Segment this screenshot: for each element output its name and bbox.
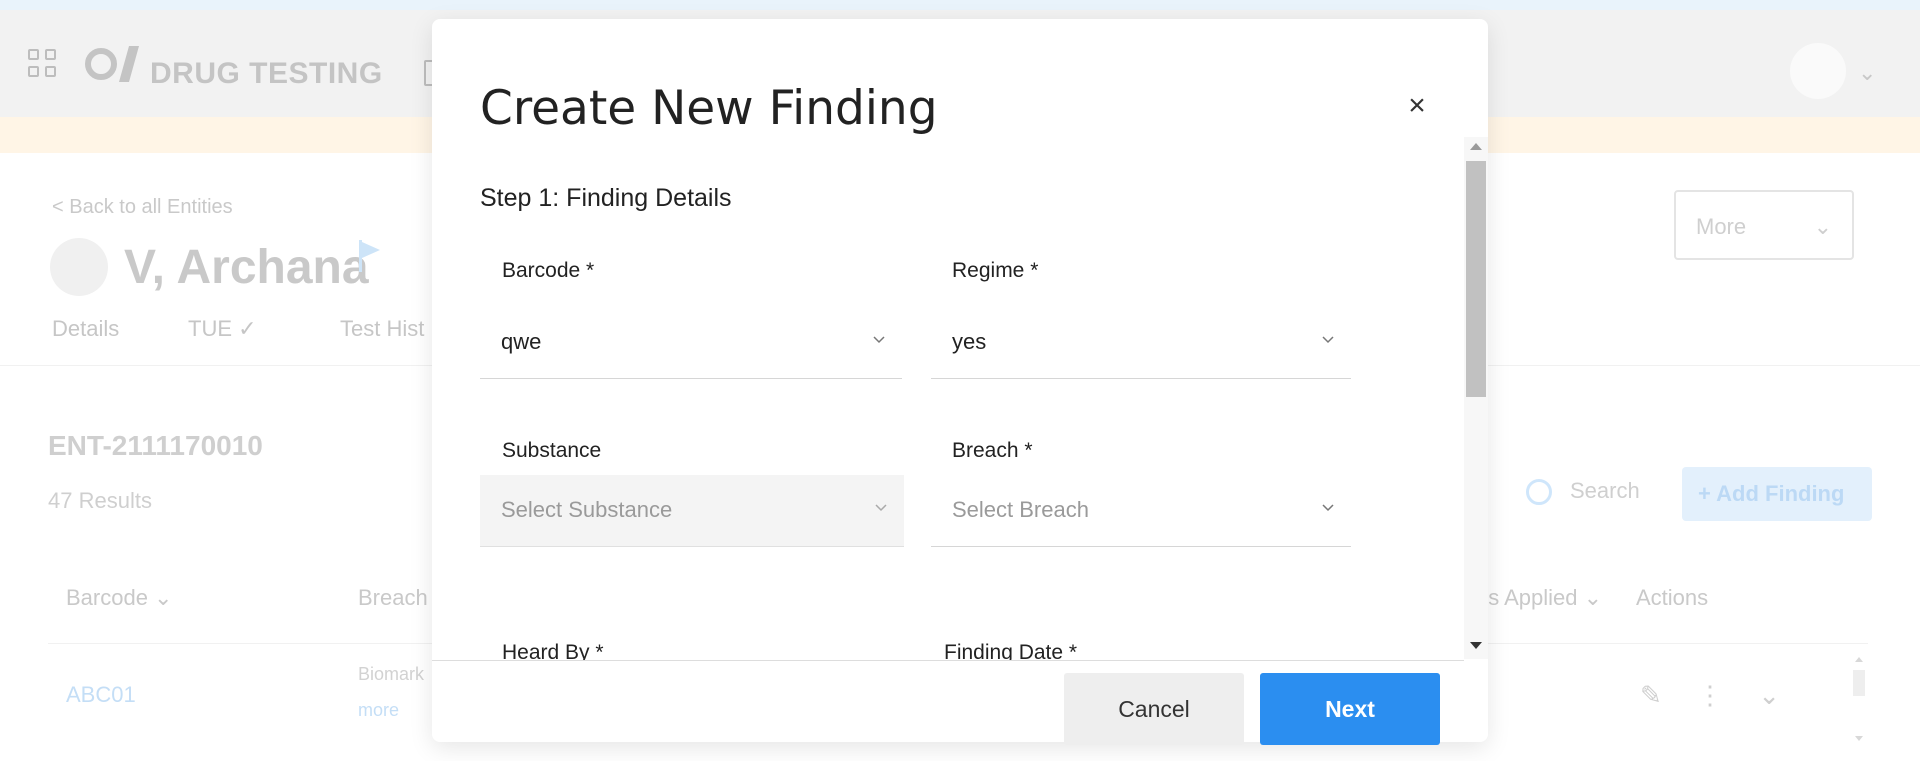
results-count: 47 Results bbox=[48, 488, 152, 513]
more-label: More bbox=[1696, 214, 1747, 239]
entity-avatar bbox=[50, 238, 108, 296]
substance-select: Select Substance bbox=[480, 475, 904, 547]
substance-placeholder: Select Substance bbox=[501, 497, 673, 522]
tab-test-history[interactable]: Test Hist bbox=[340, 316, 424, 342]
footer-divider bbox=[432, 660, 1464, 661]
next-button[interactable]: Next bbox=[1260, 673, 1440, 745]
regime-select[interactable]: yes bbox=[931, 307, 1351, 379]
scroll-thumb[interactable] bbox=[1466, 161, 1486, 397]
heard-by-label: Heard By * bbox=[502, 641, 604, 660]
close-icon[interactable]: × bbox=[1402, 91, 1432, 121]
flag-icon[interactable] bbox=[358, 240, 382, 272]
breach-label: Breach * bbox=[952, 439, 1033, 462]
breach-placeholder: Select Breach bbox=[952, 497, 1089, 522]
chevron-down-icon: ⌄ bbox=[1813, 214, 1832, 239]
finding-date-label: Finding Date * bbox=[944, 641, 1078, 660]
column-header-actions: Actions bbox=[1636, 585, 1709, 610]
add-finding-button[interactable]: + Add Finding bbox=[1682, 467, 1872, 521]
search-label: Search bbox=[1570, 478, 1640, 503]
chevron-down-icon bbox=[1322, 504, 1334, 512]
regime-label: Regime * bbox=[952, 259, 1039, 282]
tab-tue[interactable]: TUE ✓ bbox=[188, 316, 257, 342]
expand-chevron-icon[interactable]: ⌄ bbox=[1758, 680, 1780, 710]
kebab-menu-icon[interactable]: ⋮ bbox=[1697, 680, 1723, 710]
brand-logo-icon bbox=[85, 46, 139, 82]
row-actions: ✎ ⋮ ⌄ bbox=[1640, 680, 1780, 711]
chevron-down-icon bbox=[1322, 336, 1334, 344]
column-header-sanctions-applied[interactable]: ns Applied ⌄ bbox=[1476, 585, 1602, 611]
scroll-down-arrow-icon[interactable] bbox=[1470, 642, 1482, 649]
regime-value: yes bbox=[952, 329, 987, 354]
entity-id: ENT-2111170010 bbox=[48, 430, 263, 461]
breach-select[interactable]: Select Breach bbox=[931, 475, 1351, 547]
row-breach: Biomark bbox=[358, 664, 425, 684]
top-strip bbox=[0, 0, 1920, 10]
step-title: Step 1: Finding Details bbox=[480, 184, 732, 212]
chevron-down-icon[interactable]: ⌄ bbox=[1858, 60, 1876, 86]
substance-label: Substance bbox=[502, 439, 602, 462]
chevron-down-icon bbox=[873, 336, 885, 344]
row-barcode-link[interactable]: ABC01 bbox=[66, 682, 136, 708]
more-dropdown[interactable]: More ⌄ bbox=[1674, 190, 1854, 260]
search-icon bbox=[1526, 479, 1552, 506]
create-finding-modal: Create New Finding × Step 1: Finding Det… bbox=[432, 19, 1488, 745]
modal-scrollbar[interactable] bbox=[1464, 137, 1488, 659]
barcode-select[interactable]: qwe bbox=[480, 307, 902, 379]
column-header-breach[interactable]: Breach bbox=[358, 585, 428, 611]
table-scrollbar[interactable] bbox=[1846, 654, 1872, 744]
row-more-link[interactable]: more bbox=[358, 700, 399, 721]
tab-details[interactable]: Details bbox=[52, 316, 119, 342]
cancel-button[interactable]: Cancel bbox=[1064, 673, 1244, 745]
modal-body: Step 1: Finding Details Barcode * qwe Re… bbox=[432, 139, 1488, 660]
column-header-barcode[interactable]: Barcode ⌄ bbox=[66, 585, 173, 611]
barcode-label: Barcode * bbox=[502, 259, 595, 282]
edit-icon[interactable]: ✎ bbox=[1640, 680, 1662, 710]
scroll-up-arrow-icon[interactable] bbox=[1470, 143, 1482, 150]
modal-title: Create New Finding bbox=[480, 81, 938, 136]
app-grid-icon[interactable] bbox=[28, 49, 56, 77]
barcode-value: qwe bbox=[501, 329, 542, 354]
entity-name: V, Archana bbox=[124, 241, 369, 294]
chevron-down-icon bbox=[875, 504, 887, 512]
user-avatar[interactable] bbox=[1790, 43, 1846, 99]
back-link[interactable]: < Back to all Entities bbox=[52, 196, 233, 219]
search-button[interactable]: Search bbox=[1526, 478, 1640, 506]
app-title: DRUG TESTING bbox=[150, 57, 383, 90]
